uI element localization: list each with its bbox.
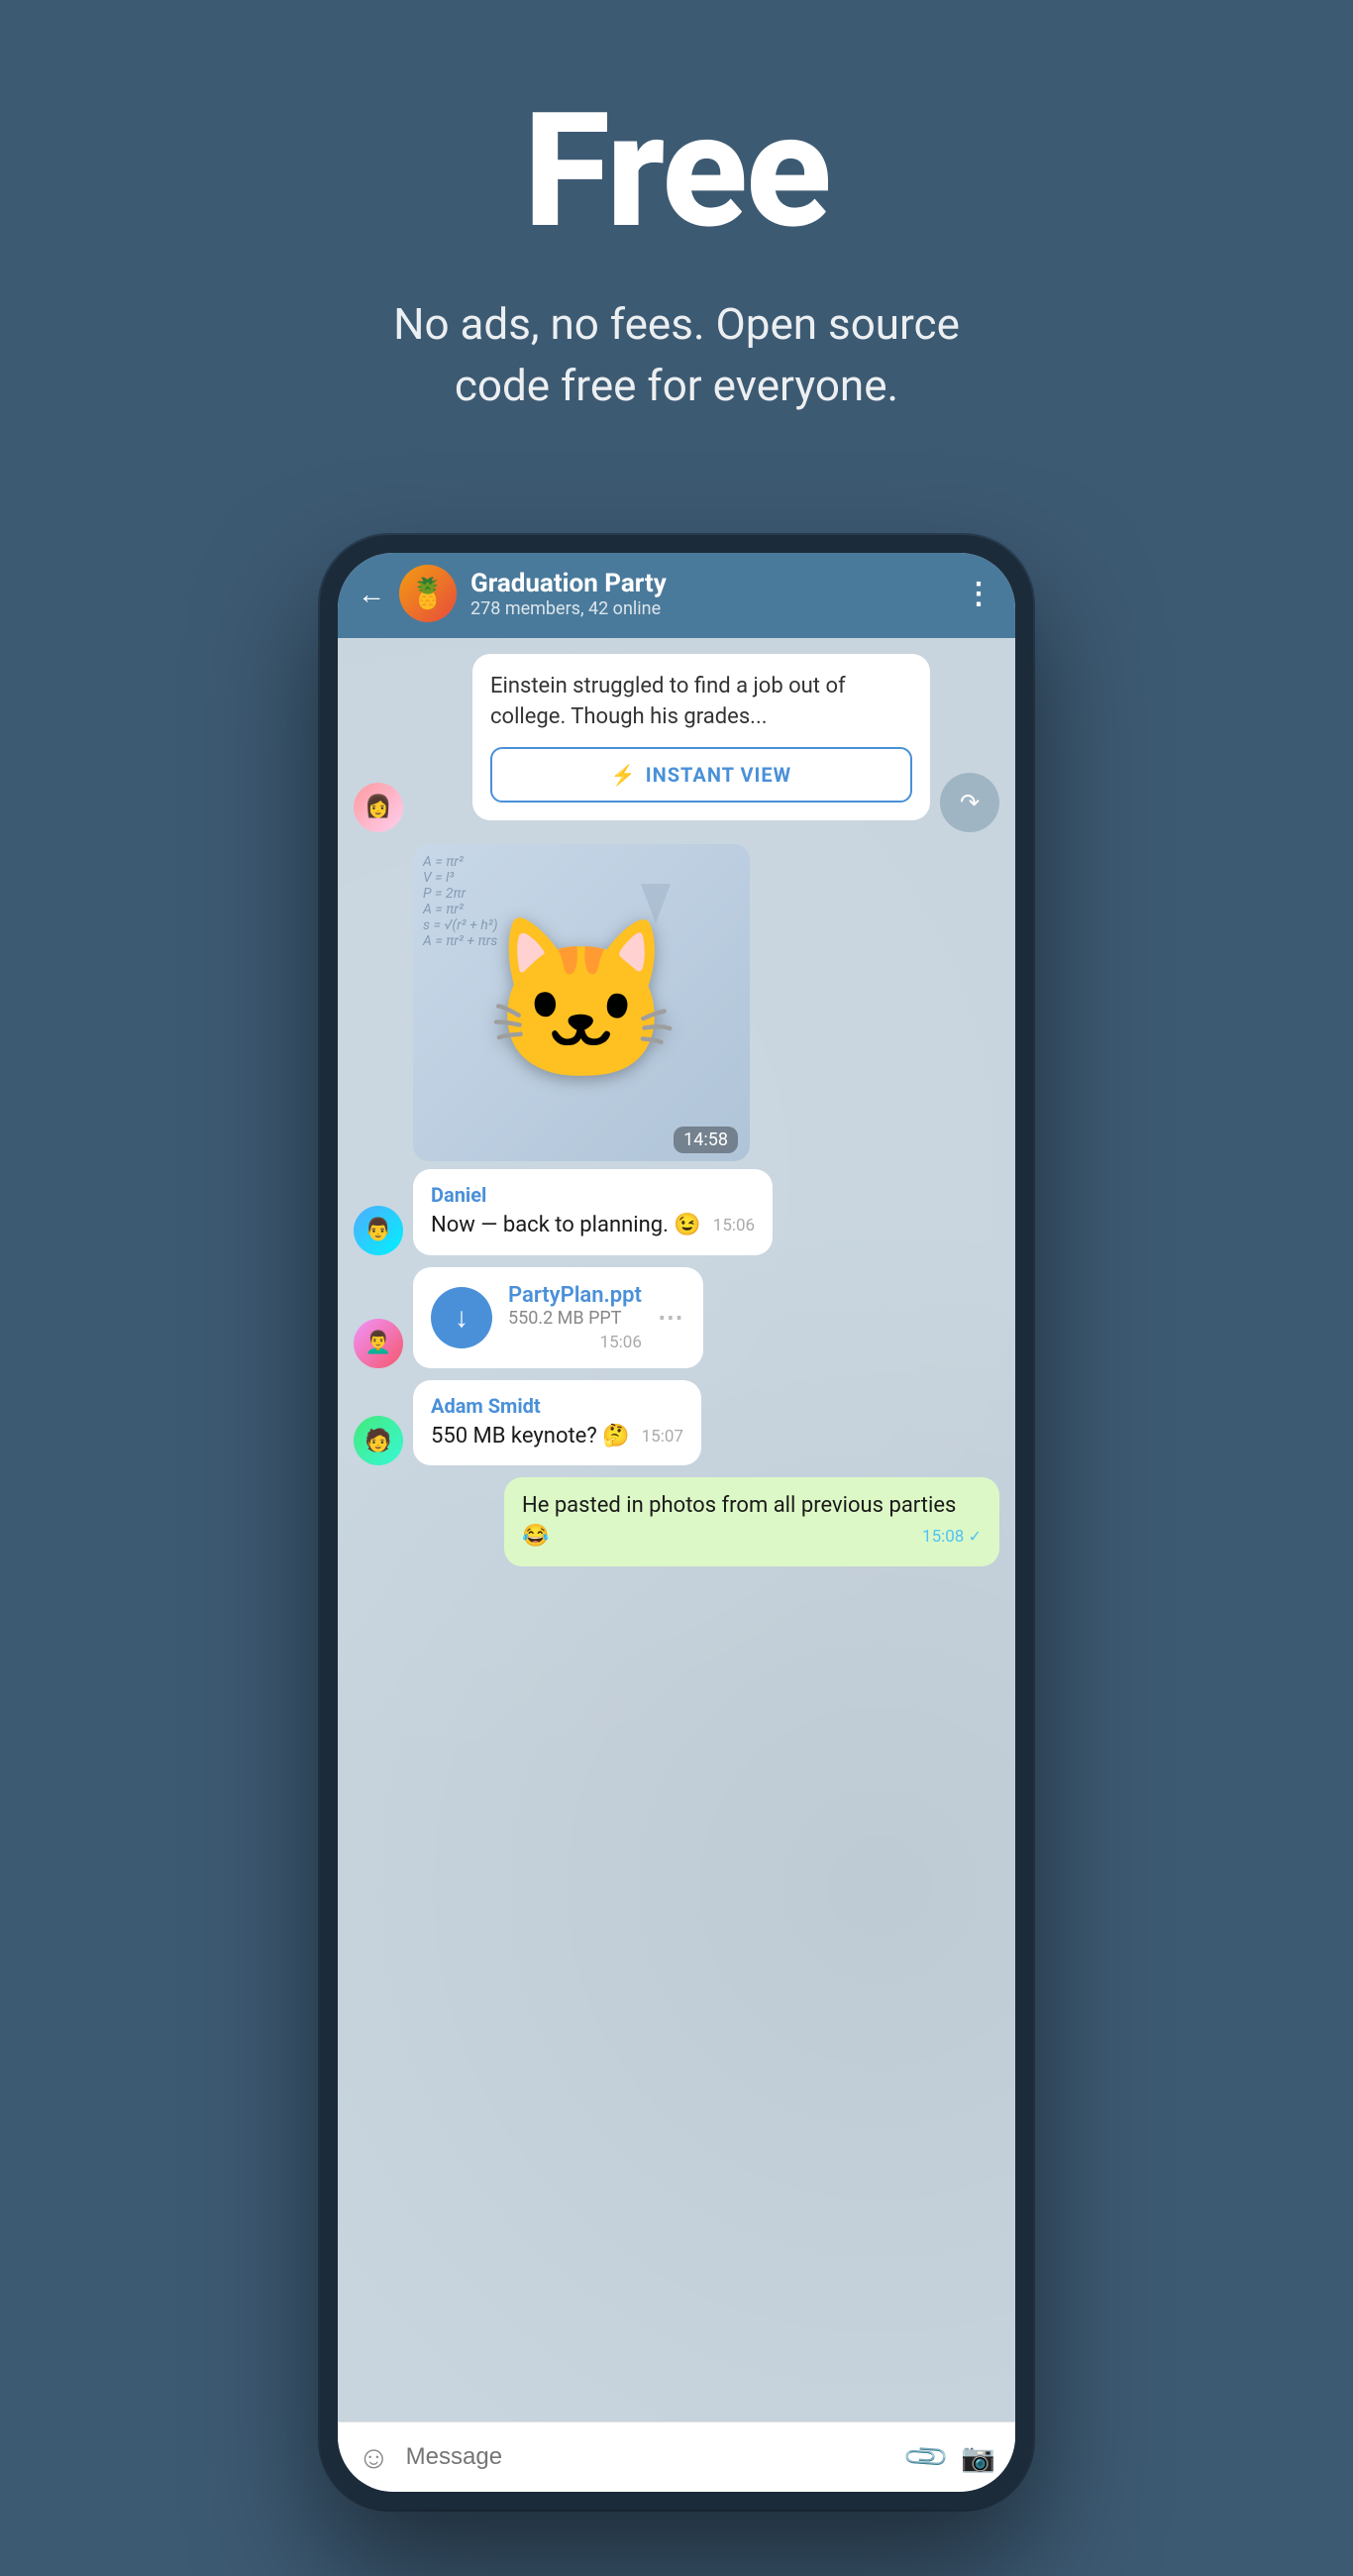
group-avatar: 🍍 bbox=[399, 565, 457, 622]
chat-body: 👩 Einstein struggled to find a job out o… bbox=[338, 638, 1015, 2421]
chat-name[interactable]: Graduation Party bbox=[470, 569, 950, 598]
message-row-adam: 🧑 Adam Smidt 550 MB keynote? 🤔 15:07 bbox=[354, 1380, 999, 1466]
sender-avatar-alex: 👨‍🦱 bbox=[354, 1319, 403, 1368]
message-input[interactable] bbox=[406, 2443, 892, 2471]
hero-title: Free bbox=[523, 79, 829, 265]
message-bubble-adam: Adam Smidt 550 MB keynote? 🤔 15:07 bbox=[413, 1380, 701, 1466]
instant-view-text: Einstein struggled to find a job out of … bbox=[490, 672, 912, 733]
file-bubble: ↓ PartyPlan.ppt 550.2 MB PPT 15:06 ⋯ bbox=[413, 1267, 703, 1368]
file-more-button[interactable]: ⋯ bbox=[658, 1303, 685, 1333]
hero-subtitle-line2: code free for everyone. bbox=[455, 360, 898, 411]
message-row: 👨 Daniel Now — back to planning. 😉 15:06 bbox=[354, 1169, 999, 1255]
instant-view-card: Einstein struggled to find a job out of … bbox=[472, 654, 930, 820]
chat-members: 278 members, 42 online bbox=[470, 598, 950, 619]
sender-name-daniel: Daniel bbox=[431, 1183, 755, 1207]
sticker-timestamp: 14:58 bbox=[674, 1127, 738, 1153]
share-icon: ↷ bbox=[960, 789, 980, 816]
sender-name-adam: Adam Smidt bbox=[431, 1394, 683, 1418]
read-checkmark: ✓ bbox=[969, 1527, 982, 1546]
phone-mockup: ← 🍍 Graduation Party 278 members, 42 onl… bbox=[320, 535, 1033, 2510]
message-time-me: 15:08 ✓ bbox=[922, 1526, 982, 1550]
message-row-me: He pasted in photos from all previous pa… bbox=[354, 1477, 999, 1566]
file-download-button[interactable]: ↓ bbox=[431, 1287, 492, 1348]
download-icon: ↓ bbox=[455, 1301, 468, 1334]
chat-info: Graduation Party 278 members, 42 online bbox=[470, 569, 950, 619]
input-bar: ☺ 📎 📷 bbox=[338, 2421, 1015, 2492]
hero-subtitle-line1: No ads, no fees. Open source bbox=[393, 298, 960, 350]
cat-sticker: 🐱 bbox=[482, 910, 679, 1095]
message-text-daniel: Now — back to planning. 😉 15:06 bbox=[431, 1211, 755, 1241]
camera-button[interactable]: 📷 bbox=[961, 2441, 995, 2474]
phone-outer: ← 🍍 Graduation Party 278 members, 42 onl… bbox=[320, 535, 1033, 2510]
file-message-row: 👨‍🦱 ↓ PartyPlan.ppt 550.2 MB PPT 15:06 ⋯ bbox=[354, 1267, 999, 1368]
message-time-daniel: 15:06 bbox=[713, 1215, 755, 1238]
sticker-message: A = πr² V = l³ P = 2πr A = πr² s = √(r² … bbox=[413, 844, 750, 1161]
back-button[interactable]: ← bbox=[358, 578, 385, 610]
file-info: PartyPlan.ppt 550.2 MB PPT 15:06 bbox=[508, 1283, 642, 1352]
share-button[interactable]: ↷ bbox=[940, 773, 999, 832]
instant-view-row: 👩 Einstein struggled to find a job out o… bbox=[354, 654, 999, 832]
lightning-icon: ⚡ bbox=[611, 763, 636, 787]
hero-subtitle: No ads, no fees. Open source code free f… bbox=[393, 294, 960, 416]
message-text-adam: 550 MB keynote? 🤔 15:07 bbox=[431, 1422, 683, 1452]
sender-avatar-female: 👩 bbox=[354, 783, 403, 832]
sender-avatar-daniel: 👨 bbox=[354, 1206, 403, 1255]
phone-inner: ← 🍍 Graduation Party 278 members, 42 onl… bbox=[338, 553, 1015, 2492]
instant-view-button[interactable]: ⚡ INSTANT VIEW bbox=[490, 747, 912, 803]
message-text-me: He pasted in photos from all previous pa… bbox=[522, 1491, 982, 1553]
sticker-row: A = πr² V = l³ P = 2πr A = πr² s = √(r² … bbox=[354, 844, 999, 1161]
chat-header: ← 🍍 Graduation Party 278 members, 42 onl… bbox=[338, 553, 1015, 638]
attach-button[interactable]: 📎 bbox=[901, 2432, 952, 2483]
sender-avatar-adam: 🧑 bbox=[354, 1416, 403, 1465]
message-bubble-me: He pasted in photos from all previous pa… bbox=[504, 1477, 999, 1566]
group-avatar-emoji: 🍍 bbox=[409, 577, 446, 611]
instant-view-label: INSTANT VIEW bbox=[646, 763, 791, 787]
emoji-button[interactable]: ☺ bbox=[358, 2438, 390, 2476]
hero-section: Free No ads, no fees. Open source code f… bbox=[0, 0, 1353, 476]
file-time: 15:06 bbox=[600, 1333, 642, 1352]
file-name: PartyPlan.ppt bbox=[508, 1283, 642, 1308]
message-bubble-daniel: Daniel Now — back to planning. 😉 15:06 bbox=[413, 1169, 773, 1255]
message-time-adam: 15:07 bbox=[642, 1426, 683, 1449]
file-size: 550.2 MB PPT bbox=[508, 1308, 642, 1329]
more-menu-button[interactable]: ⋮ bbox=[964, 577, 995, 611]
